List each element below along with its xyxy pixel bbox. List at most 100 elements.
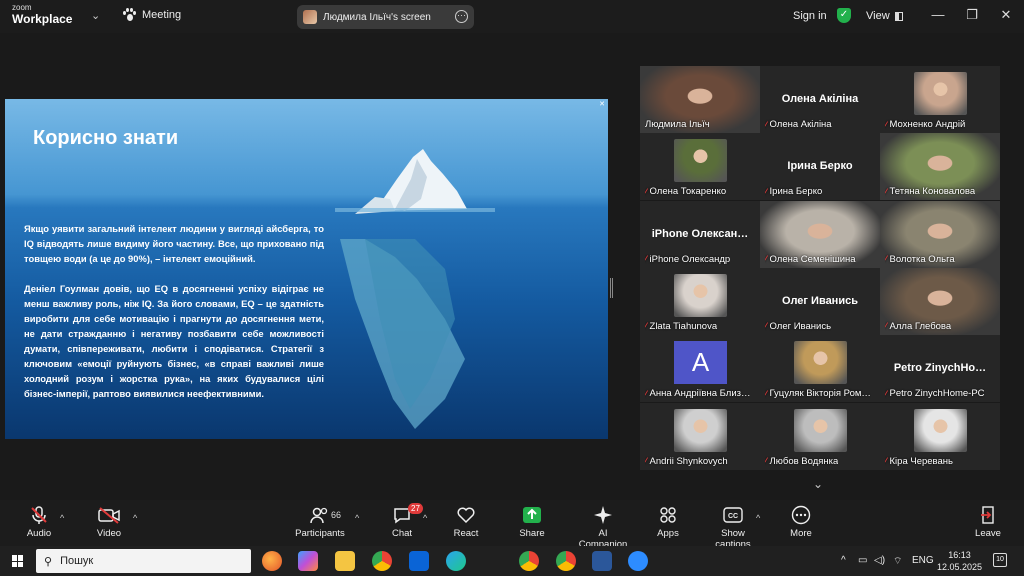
participant-tile[interactable]: ⁄ Олена Токаренко — [640, 133, 760, 201]
sign-in-button[interactable]: Sign in — [793, 10, 827, 22]
windows-start-icon[interactable] — [12, 555, 24, 567]
participant-name-label: ⁄ Гуцуляк Вікторія Ром… — [765, 388, 871, 399]
chat-label: Chat — [391, 528, 413, 539]
participant-name-label: ⁄ Волотка Ольга — [885, 254, 955, 265]
participant-name: Алла Глебова — [889, 320, 952, 332]
meeting-menu-button[interactable]: Meeting — [122, 8, 181, 22]
zoom-taskbar-icon[interactable] — [628, 551, 648, 571]
mic-muted-icon: ⁄ — [645, 186, 647, 197]
copilot-icon[interactable] — [298, 551, 318, 571]
ai-companion-button[interactable]: AI Companion — [573, 505, 633, 550]
gallery-view-icon — [894, 11, 903, 21]
apps-icon — [655, 505, 681, 525]
edge-icon[interactable] — [446, 551, 466, 571]
wifi-icon[interactable]: ⌔ — [893, 555, 902, 568]
participant-tile[interactable]: ⁄ Тетяна Коновалова — [880, 133, 1000, 201]
close-icon[interactable]: ✕ — [998, 7, 1014, 23]
iceberg-image — [335, 149, 495, 429]
mic-muted-icon: ⁄ — [765, 321, 767, 332]
chat-options-caret[interactable]: ^ — [423, 513, 427, 523]
video-options-caret[interactable]: ^ — [133, 513, 137, 523]
network-icon[interactable]: ▭ — [858, 555, 867, 566]
chrome-profile-icon[interactable] — [519, 551, 539, 571]
mic-muted-icon: ⁄ — [885, 388, 887, 399]
mic-off-icon — [22, 505, 56, 525]
participant-tile[interactable]: A ⁄ Анна Андріївна Близ… — [640, 335, 760, 403]
word-icon[interactable] — [592, 551, 612, 571]
view-button[interactable]: View — [866, 10, 903, 22]
file-explorer-icon[interactable] — [335, 551, 355, 571]
firefox-icon[interactable] — [262, 551, 282, 571]
participant-tile[interactable]: Олена Акіліна ⁄ Олена Акіліна — [760, 66, 880, 133]
meeting-toolbar: Audio ^ Video ^ Participants 66 ^ 27 Cha… — [0, 500, 1024, 550]
chrome-profile-2-icon[interactable] — [556, 551, 576, 571]
view-label: View — [866, 10, 890, 22]
notifications-icon[interactable]: 10 — [993, 553, 1007, 567]
participant-name-label: ⁄ Кіра Черевань — [885, 456, 953, 467]
chevron-down-icon[interactable]: ⌄ — [91, 9, 100, 22]
participant-tile[interactable]: Олег Иванись ⁄ Олег Иванись — [760, 267, 880, 335]
more-button[interactable]: More — [788, 505, 814, 539]
participant-tile[interactable]: Ірина Берко ⁄ Ірина Берко — [760, 133, 880, 201]
taskbar-clock[interactable]: 16:13 12.05.2025 — [937, 549, 982, 573]
language-indicator[interactable]: ENG — [912, 555, 934, 566]
participant-name: Zlata Tiahunova — [649, 320, 718, 332]
react-button[interactable]: React — [451, 505, 481, 539]
captions-options-caret[interactable]: ^ — [756, 513, 760, 523]
participant-display-name: iPhone Олексан… — [651, 227, 749, 240]
participant-display-name: Олег Иванись — [782, 294, 858, 307]
more-options-icon[interactable]: ··· — [455, 10, 468, 23]
video-button[interactable]: Video — [92, 505, 126, 539]
participant-tile[interactable]: iPhone Олексан… ⁄ iPhone Олександр — [640, 200, 760, 268]
participant-name-label: ⁄ Andrii Shynkovych — [645, 456, 728, 467]
screen-share-pill[interactable]: Людмила Ільїч's screen ··· — [297, 5, 474, 29]
chat-button[interactable]: 27 Chat — [388, 503, 423, 539]
share-button[interactable]: Share — [518, 505, 546, 539]
apps-button[interactable]: Apps — [655, 505, 681, 539]
chrome-icon[interactable] — [372, 551, 392, 571]
audio-label: Audio — [26, 528, 52, 539]
restore-icon[interactable]: ❐ — [964, 7, 980, 23]
participant-tile[interactable]: Petro ZinychHo… ⁄ Petro ZinychHome-PC — [880, 335, 1000, 403]
participant-tile[interactable]: Людмила Ільїч — [640, 66, 760, 133]
leave-label: Leave — [975, 528, 1001, 539]
chat-icon: 27 — [388, 503, 423, 525]
captions-icon: CC — [703, 505, 763, 525]
participant-name: Олег Иванись — [769, 320, 832, 332]
audio-button[interactable]: Audio — [22, 505, 56, 539]
presenter-avatar — [303, 10, 317, 24]
participant-photo — [914, 72, 967, 115]
participant-tile[interactable]: ⁄ Andrii Shynkovych — [640, 402, 760, 470]
show-captions-button[interactable]: CC Show captions — [703, 505, 763, 550]
participants-count: 66 — [331, 510, 342, 520]
leave-button[interactable]: Leave — [975, 505, 1001, 539]
close-icon: ✕ — [599, 101, 605, 108]
share-screen-icon — [518, 505, 546, 525]
shield-check-icon[interactable]: ✓ — [837, 8, 851, 23]
participant-tile[interactable]: ⁄ Zlata Tiahunova — [640, 267, 760, 335]
participant-tile[interactable]: ⁄ Любов Водянка — [760, 402, 880, 470]
participant-tile[interactable]: ⁄ Алла Глебова — [880, 267, 1000, 335]
participant-tile[interactable]: ⁄ Гуцуляк Вікторія Ром… — [760, 335, 880, 403]
volume-icon[interactable]: ◁) — [874, 555, 885, 566]
participant-tile[interactable]: ⁄ Волотка Ольга — [880, 200, 1000, 268]
audio-options-caret[interactable]: ^ — [60, 513, 64, 523]
meeting-label: Meeting — [142, 9, 182, 21]
mic-muted-icon: ⁄ — [645, 388, 647, 399]
participant-tile[interactable]: ⁄ Кіра Черевань — [880, 402, 1000, 470]
chevron-down-icon[interactable]: ⌄ — [813, 477, 823, 491]
splitter-handle[interactable] — [610, 278, 613, 298]
tray-overflow-icon[interactable]: ^ — [841, 555, 846, 566]
participants-options-caret[interactable]: ^ — [355, 513, 359, 523]
participant-tile[interactable]: ⁄ Мохненко Андрій — [880, 66, 1000, 133]
taskbar-search[interactable]: ⚲ Пошук — [36, 549, 251, 573]
participant-tile[interactable]: ⁄ Олена Семенішина — [760, 200, 880, 268]
minimize-icon[interactable]: — — [930, 7, 946, 22]
mic-muted-icon: ⁄ — [885, 456, 887, 466]
participant-photo — [674, 139, 727, 183]
windows-taskbar: ⚲ Пошук ^ ▭ ◁) ⌔ ENG 16:13 12.05.2025 10 — [0, 546, 1024, 576]
participant-name: Олена Токаренко — [649, 186, 727, 198]
participant-name-label: ⁄ Zlata Tiahunova — [645, 321, 717, 332]
outlook-icon[interactable] — [409, 551, 429, 571]
participant-name-label: ⁄ Анна Андріївна Близ… — [645, 388, 750, 399]
